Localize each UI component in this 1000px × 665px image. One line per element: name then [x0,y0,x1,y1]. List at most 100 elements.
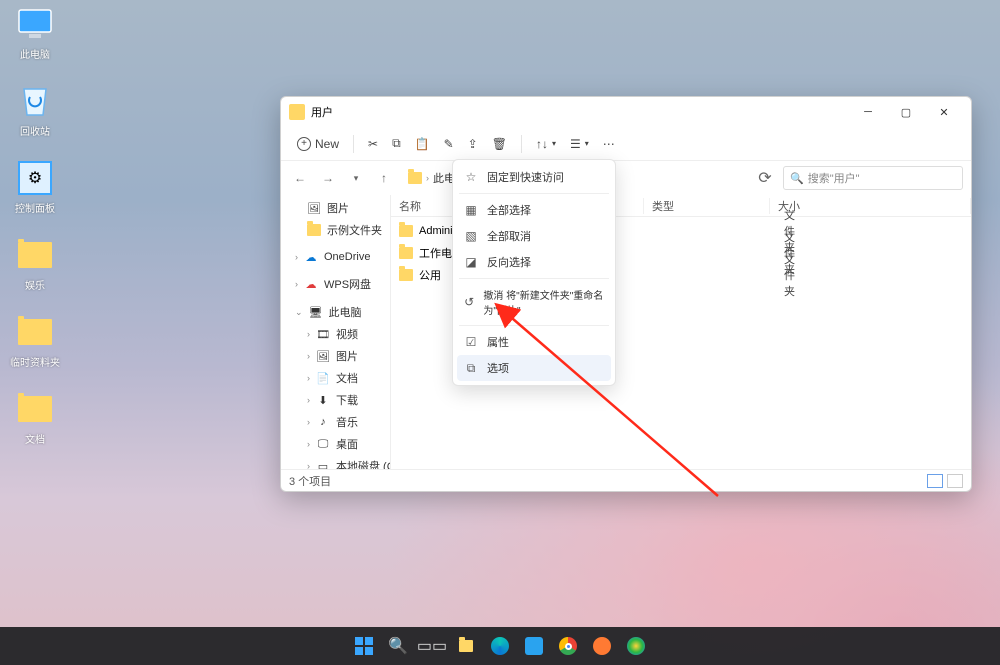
menu-options[interactable]: ⧉ 选项 [457,355,611,381]
desktop-icon-this-pc[interactable]: 此电脑 [10,4,60,61]
menu-select-all[interactable]: ▦ 全部选择 [457,197,611,223]
taskbar-explorer[interactable] [452,632,480,660]
paste-button[interactable]: 📋 [409,133,436,155]
invert-icon: ◪ [463,254,479,270]
pictures-icon: 🖼 [307,201,321,215]
desktop-icon-recycle[interactable]: 回收站 [10,81,60,138]
sort-button[interactable]: ↑↓ ▾ [530,133,562,155]
rename-button[interactable]: ✎ [438,133,460,155]
taskbar-edge[interactable] [486,632,514,660]
desktop-icon-label: 临时资料夹 [10,354,60,369]
taskbar-taskview[interactable]: ▭▭ [418,632,446,660]
plus-icon: + [297,137,311,151]
sidebar-item-pictures[interactable]: 🖼图片 [281,197,390,219]
menu-properties[interactable]: ☑ 属性 [457,329,611,355]
taskbar-search[interactable]: 🔍 [384,632,412,660]
desktop-icon-label: 此电脑 [20,46,50,61]
folder-icon [459,640,473,652]
more-button[interactable]: ⋯ [597,133,621,155]
desktop-icon-label: 回收站 [20,123,50,138]
recent-dropdown[interactable]: ▾ [345,167,367,189]
sidebar-item-pictures2[interactable]: ›🖼图片 [281,345,390,367]
copy-button[interactable]: ⧉ [386,132,407,155]
desktop-icon-label: 娱乐 [25,277,45,292]
address-bar-row: ← → ▾ ↑ › 此电脑 › 本地… ⟳ 🔍 搜索"用户" [281,161,971,195]
desktop-icon: 🖵 [316,437,330,451]
back-button[interactable]: ← [289,167,311,189]
titlebar[interactable]: 用户 ─ ▢ ✕ [281,97,971,127]
desktop-icon-folder-b[interactable]: 临时资料夹 [10,312,60,369]
taskbar-chrome[interactable] [554,632,582,660]
view-icon: ☰ [570,137,581,151]
status-text: 3 个项目 [289,473,331,489]
sidebar-item-downloads[interactable]: ›⬇下载 [281,389,390,411]
pc-icon: 🖥 [309,305,323,319]
more-icon: ⋯ [603,137,615,151]
taskbar-app-2[interactable] [588,632,616,660]
desktop-icon-folder-a[interactable]: 娱乐 [10,235,60,292]
new-button[interactable]: + New [291,133,345,155]
folder-icon [408,172,422,184]
close-button[interactable]: ✕ [925,98,963,126]
view-button[interactable]: ☰ ▾ [564,133,595,155]
sidebar-item-docs[interactable]: ›📄文档 [281,367,390,389]
delete-button[interactable]: 🗑 [486,133,513,155]
pin-icon: ☆ [463,169,479,185]
pictures-icon: 🖼 [316,349,330,363]
nav-sidebar[interactable]: 🖼图片 示例文件夹 ›☁OneDrive ›☁WPS网盘 ⌄🖥此电脑 ›🎞视频 … [281,195,391,469]
taskbar-app-1[interactable] [520,632,548,660]
status-bar: 3 个项目 [281,469,971,491]
sidebar-item-wps[interactable]: ›☁WPS网盘 [281,273,390,295]
sidebar-item-this-pc[interactable]: ⌄🖥此电脑 [281,301,390,323]
video-icon: 🎞 [316,327,330,341]
desktop-icon-folder-c[interactable]: 文档 [10,389,60,446]
desktop-icons: 此电脑 回收站 ⚙ 控制面板 娱乐 临时资料夹 文档 [10,4,60,446]
refresh-button[interactable]: ⟳ [753,166,777,190]
minimize-button[interactable]: ─ [849,98,887,126]
search-input[interactable]: 🔍 搜索"用户" [783,166,963,190]
view-details-button[interactable] [927,474,943,488]
search-placeholder: 搜索"用户" [808,170,860,186]
desktop-icon-label: 文档 [25,431,45,446]
folder-icon [399,269,413,281]
sidebar-item-samples[interactable]: 示例文件夹 [281,219,390,241]
col-size[interactable]: 大小 [770,198,971,214]
cut-button[interactable]: ✂ [362,133,384,155]
desktop-icon-ctrl-panel[interactable]: ⚙ 控制面板 [10,158,60,215]
window-title: 用户 [311,104,333,120]
cut-icon: ✂ [368,137,378,151]
maximize-button[interactable]: ▢ [887,98,925,126]
sidebar-item-desktop[interactable]: ›🖵桌面 [281,433,390,455]
sidebar-item-music[interactable]: ›♪音乐 [281,411,390,433]
cloud-icon: ☁ [304,250,318,264]
sort-icon: ↑↓ [536,137,548,151]
drive-icon: ▭ [316,459,330,469]
context-menu: ☆ 固定到快速访问 ▦ 全部选择 ▧ 全部取消 ◪ 反向选择 ↺ 撤消 将"新建… [452,159,616,386]
sidebar-item-onedrive[interactable]: ›☁OneDrive [281,247,390,267]
folder-icon [399,247,413,259]
desktop-icon-label: 控制面板 [15,200,55,215]
new-label: New [315,137,339,151]
paste-icon: 📋 [415,137,430,151]
sidebar-item-videos[interactable]: ›🎞视频 [281,323,390,345]
cloud-icon: ☁ [304,277,318,291]
view-thumbnails-button[interactable] [947,474,963,488]
folder-icon [307,223,321,237]
file-explorer-window: 用户 ─ ▢ ✕ + New ✂ ⧉ 📋 ✎ ⇪ 🗑 ↑↓ ▾ ☰ ▾ ⋯ ← … [280,96,972,492]
taskbar-app-3[interactable] [622,632,650,660]
rename-icon: ✎ [444,137,454,151]
start-button[interactable] [350,632,378,660]
share-button[interactable]: ⇪ [462,133,484,155]
menu-pin-quick-access[interactable]: ☆ 固定到快速访问 [457,164,611,190]
taskbar[interactable]: 🔍 ▭▭ [0,627,1000,665]
folder-icon [399,225,413,237]
chevron-right-icon: › [426,173,429,183]
menu-undo-rename[interactable]: ↺ 撤消 将"新建文件夹"重命名为"图片" [457,282,611,322]
music-icon: ♪ [316,415,330,429]
up-button[interactable]: ↑ [373,167,395,189]
menu-deselect-all[interactable]: ▧ 全部取消 [457,223,611,249]
sidebar-item-disk-c[interactable]: ›▭本地磁盘 (C:) [281,455,390,469]
search-icon: 🔍 [790,172,804,185]
forward-button[interactable]: → [317,167,339,189]
menu-invert-selection[interactable]: ◪ 反向选择 [457,249,611,275]
